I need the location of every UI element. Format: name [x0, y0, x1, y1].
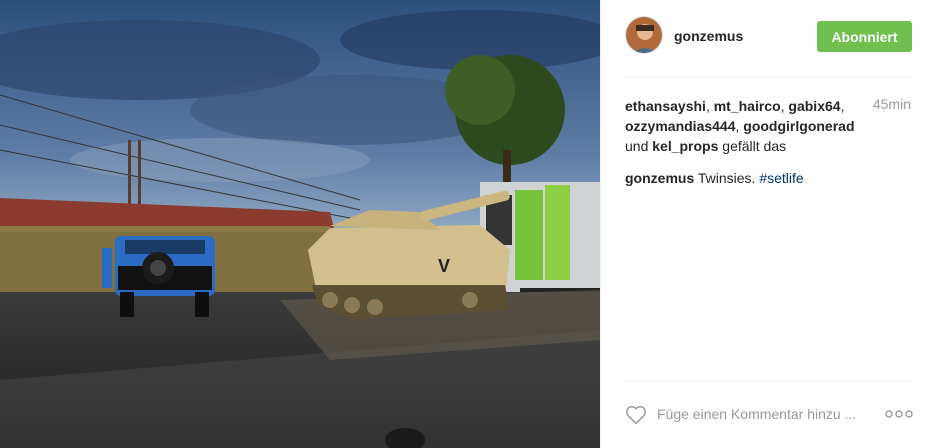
post-caption: gonzemus Twinsies. #setlife	[625, 170, 905, 186]
post-author-username[interactable]: gonzemus	[674, 28, 743, 44]
likes-conjunction: und	[625, 138, 653, 154]
liker-username[interactable]: goodgirlgonerad	[743, 118, 854, 134]
profile-avatar-icon	[626, 17, 662, 53]
caption-hashtag[interactable]: #setlife	[759, 170, 803, 186]
post-photo[interactable]: V	[0, 0, 600, 448]
header-divider	[623, 76, 912, 77]
follow-button[interactable]: Abonniert	[817, 21, 912, 52]
profile-avatar[interactable]	[625, 16, 663, 54]
post-photo-image: V	[0, 0, 600, 448]
liker-username[interactable]: mt_hairco	[714, 98, 781, 114]
liker-username[interactable]: ethansayshi	[625, 98, 706, 114]
heart-icon[interactable]	[625, 404, 647, 426]
svg-text:V: V	[438, 256, 450, 276]
post-timestamp[interactable]: 45min	[873, 96, 911, 112]
liker-username[interactable]: gabix64	[788, 98, 840, 114]
more-options-icon[interactable]	[885, 408, 913, 420]
likes-separator: ,	[705, 98, 714, 114]
post-header: gonzemus Abonniert	[623, 16, 913, 60]
caption-username[interactable]: gonzemus	[625, 170, 694, 186]
comment-divider	[623, 380, 912, 381]
caption-text: Twinsies.	[697, 170, 756, 186]
comment-input[interactable]	[657, 402, 869, 426]
post-sidebar: gonzemus Abonniert ethansayshi, mt_hairc…	[600, 0, 933, 448]
liker-username[interactable]: ozzymandias444	[625, 118, 736, 134]
likes-separator: ,	[840, 98, 845, 114]
likes-suffix: gefällt das	[718, 138, 787, 154]
likes-summary: ethansayshi, mt_hairco, gabix64, ozzyman…	[625, 96, 855, 156]
comment-bar	[623, 398, 913, 432]
liker-username[interactable]: kel_props	[652, 138, 718, 154]
